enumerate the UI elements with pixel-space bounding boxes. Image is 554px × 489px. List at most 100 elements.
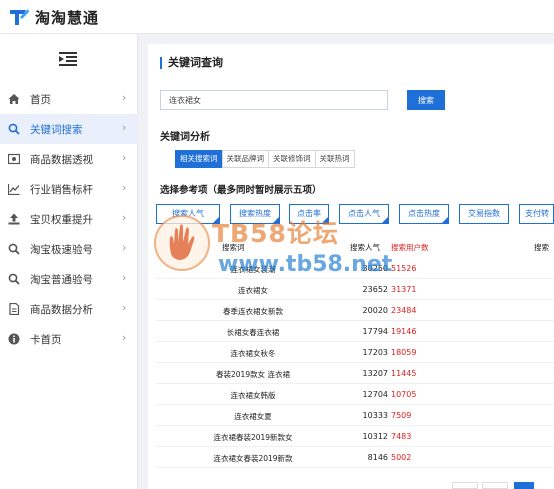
sidebar-item-normal-verify[interactable]: 淘宝普通验号 ›	[0, 264, 138, 294]
users-cell: 5002	[391, 453, 412, 462]
table-row[interactable]: 连衣裙女 23652 31371	[148, 281, 554, 300]
users-cell: 7483	[391, 432, 412, 441]
checked-corner-icon	[381, 216, 388, 223]
chevron-right-icon: ›	[122, 301, 127, 314]
sidebar-item-weight-boost[interactable]: 宝贝权重提升 ›	[0, 204, 138, 234]
keyword-cell: 连衣裙女	[238, 286, 268, 295]
sidebar-item-label: 行业销售标杆	[30, 184, 93, 196]
keyword-cell: 长裙女春连衣裙	[226, 328, 280, 337]
row-divider	[156, 278, 554, 279]
keyword-search-input[interactable]	[160, 90, 388, 110]
option-label: 交易指数	[468, 209, 500, 218]
logo-text: 淘淘慧通	[35, 8, 100, 27]
tab-related-brand[interactable]: 关联品牌词	[221, 150, 269, 168]
keyword-cell: 春季连衣裙女新款	[223, 307, 283, 316]
keyword-cell: 连衣裙女秋冬	[230, 349, 276, 358]
table-row[interactable]: 春装2019款女 连衣裙 13207 11445	[148, 365, 554, 384]
sidebar-item-product-insight[interactable]: 商品数据透视 ›	[0, 144, 138, 174]
tab-related-search[interactable]: 相关搜索词	[175, 150, 223, 168]
option-click-heat[interactable]: 点击热度	[399, 204, 449, 224]
search-icon	[8, 273, 20, 285]
chevron-right-icon: ›	[122, 271, 127, 284]
chevron-right-icon: ›	[122, 241, 127, 254]
users-cell: 19146	[391, 327, 417, 336]
row-divider	[156, 404, 554, 405]
users-cell: 7509	[391, 411, 412, 420]
users-cell: 31371	[391, 285, 417, 294]
chevron-right-icon: ›	[122, 121, 127, 134]
menu-toggle-icon[interactable]	[59, 52, 77, 66]
top-bar: 淘淘慧通	[0, 0, 554, 34]
home-icon	[8, 94, 20, 104]
analysis-tabs: 相关搜索词 关联品牌词 关联修饰词 关联热词	[175, 150, 355, 168]
option-click-popularity[interactable]: 点击人气	[339, 204, 389, 224]
image-icon	[8, 153, 20, 165]
document-icon	[9, 303, 20, 315]
sidebar-item-fast-verify[interactable]: 淘宝极速验号 ›	[0, 234, 138, 264]
table-row[interactable]: 春季连衣裙女新款 20020 23484	[148, 302, 554, 321]
reference-options-title: 选择参考项（最多同时暂时展示五项）	[160, 185, 322, 196]
search-icon	[8, 243, 20, 255]
keyword-cell: 连衣裙春装2019新款女	[213, 433, 293, 442]
option-trade-index[interactable]: 交易指数	[459, 204, 509, 224]
option-label: 点击人气	[348, 209, 380, 218]
row-divider	[156, 299, 554, 300]
chevron-right-icon: ›	[122, 331, 127, 344]
sidebar-item-label: 宝贝权重提升	[30, 214, 93, 226]
table-row[interactable]: 连衣裙女秋冬 17203 18059	[148, 344, 554, 363]
tab-related-hot[interactable]: 关联热词	[314, 150, 355, 168]
pagination-current-page[interactable]	[514, 482, 534, 489]
column-header-users: 搜索用户数	[391, 243, 429, 252]
keyword-cell: 连衣裙女夏	[234, 412, 272, 421]
line-chart-icon	[8, 184, 20, 195]
keyword-analysis-title: 关键词分析	[160, 132, 210, 143]
keyword-cell: 连衣裙女春装2019新款	[213, 454, 293, 463]
pagination-page[interactable]	[482, 482, 508, 489]
watermark-url: www.tb58.net	[218, 252, 393, 277]
chevron-right-icon: ›	[122, 151, 127, 164]
row-divider	[156, 383, 554, 384]
table-row[interactable]: 连衣裙女春装2019新款 8146 5002	[148, 449, 554, 468]
sidebar-item-card-home[interactable]: 卡首页 ›	[0, 324, 138, 354]
search-button[interactable]: 搜索	[407, 90, 445, 110]
watermark-title: TB58论坛	[212, 219, 339, 248]
sidebar-item-label: 首页	[30, 94, 51, 106]
sidebar-item-keyword-search[interactable]: 关键词搜索 ›	[0, 114, 138, 144]
popularity-cell: 13207	[362, 369, 388, 378]
sidebar-item-label: 关键词搜索	[30, 124, 83, 136]
table-row[interactable]: 连衣裙女夏 10333 7509	[148, 407, 554, 426]
row-divider	[156, 425, 554, 426]
chevron-right-icon: ›	[122, 91, 127, 104]
sidebar-item-label: 淘宝极速验号	[30, 244, 93, 256]
table-row[interactable]: 长裙女春连衣裙 17794 19146	[148, 323, 554, 342]
table-row[interactable]: 连衣裙春装2019新款女 10312 7483	[148, 428, 554, 447]
sidebar-item-home[interactable]: 首页 ›	[0, 84, 138, 114]
popularity-cell: 17794	[362, 327, 388, 336]
sidebar-item-label: 卡首页	[30, 334, 62, 346]
info-icon	[8, 333, 20, 345]
option-pay-conversion[interactable]: 支付转	[519, 204, 554, 224]
popularity-cell: 10312	[362, 432, 388, 441]
pagination-prev[interactable]	[452, 482, 478, 489]
sidebar-item-industry-benchmark[interactable]: 行业销售标杆 ›	[0, 174, 138, 204]
row-divider	[156, 362, 554, 363]
tab-related-modifier[interactable]: 关联修饰词	[268, 150, 316, 168]
users-cell: 11445	[391, 369, 417, 378]
table-row[interactable]: 连衣裙女韩版 12704 10705	[148, 386, 554, 405]
chevron-right-icon: ›	[122, 211, 127, 224]
users-cell: 23484	[391, 306, 417, 315]
row-divider	[156, 467, 554, 468]
popularity-cell: 10333	[362, 411, 388, 420]
popularity-cell: 23652	[362, 285, 388, 294]
sidebar: 首页 › 关键词搜索 › 商品数据透视 › 行业销售标杆 › 宝贝权重提升 › …	[0, 34, 138, 489]
sidebar-item-label: 淘宝普通验号	[30, 274, 93, 286]
users-cell: 10705	[391, 390, 417, 399]
popularity-cell: 8146	[367, 453, 388, 462]
sidebar-item-label: 商品数据透视	[30, 154, 93, 166]
sidebar-item-product-analysis[interactable]: 商品数据分析 ›	[0, 294, 138, 324]
app-logo[interactable]: 淘淘慧通	[8, 6, 99, 28]
logo-icon	[10, 9, 29, 25]
row-divider	[156, 341, 554, 342]
popularity-cell: 20020	[362, 306, 388, 315]
popularity-cell: 17203	[362, 348, 388, 357]
